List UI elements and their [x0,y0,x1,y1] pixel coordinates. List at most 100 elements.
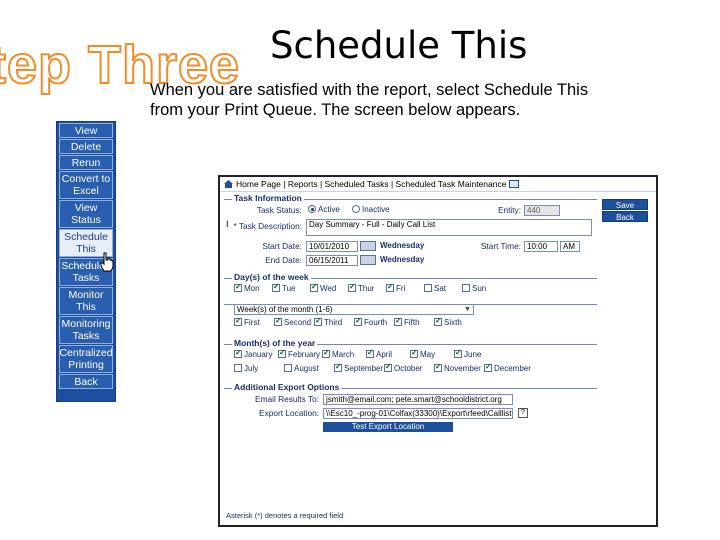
checkbox-label: July [244,364,259,373]
export-location-row: Export Location: \\Esc10_-prog-01\Colfax… [222,408,597,422]
months-row-first: January February March April May June [222,348,597,364]
checkbox-box[interactable] [284,364,292,372]
nav-view-button[interactable]: View [59,123,113,138]
nav-centralized-printing-button[interactable]: Centralized Printing [59,345,113,373]
checkbox-box[interactable] [234,316,242,326]
checkbox-box[interactable] [410,348,418,358]
task-description-field[interactable]: Day Summary - Full - Daily Call List [306,219,592,236]
checkbox-box[interactable] [272,282,280,292]
email-results-field[interactable]: jsmith@email.com; pete.smart@schooldistr… [323,394,513,405]
checkbox-box[interactable] [424,284,432,292]
slide-title: Schedule This [270,24,528,67]
nav-rerun-button[interactable]: Rerun [59,155,113,170]
checkbox-box[interactable] [348,282,356,292]
checkbox-february[interactable]: February [278,348,321,359]
checkbox-april[interactable]: April [366,348,393,359]
checkbox-march[interactable]: March [322,348,354,359]
start-time-label: Start Time: [480,241,521,251]
checkbox-box[interactable] [434,362,442,372]
checkbox-box[interactable] [354,316,362,326]
save-button[interactable]: Save [602,199,648,210]
checkbox-box[interactable] [234,348,242,358]
checkbox-label: Third [324,318,343,327]
checkbox-label: January [244,350,273,359]
task-information-heading: Task Information [222,193,597,205]
nav-delete-button[interactable]: Delete [59,139,113,154]
checkbox-august[interactable]: August [284,364,319,373]
end-date-field[interactable]: 06/15/2011 [306,255,358,266]
back-button[interactable]: Back [602,211,648,222]
checkbox-box[interactable] [310,282,318,292]
start-time-field[interactable]: 10:00 [524,241,558,252]
weeks-of-month-select[interactable]: Week(s) of the month (1-6) ▼ [234,304,474,315]
checkbox-january[interactable]: January [234,348,273,359]
checkbox-label: Sixth [444,318,462,327]
checkbox-wed[interactable]: Wed [310,282,336,293]
checkbox-december[interactable]: December [484,362,531,373]
checkbox-june[interactable]: June [454,348,482,359]
checkbox-first[interactable]: First [234,316,260,327]
checkbox-thur[interactable]: Thur [348,282,375,293]
checkbox-mon[interactable]: Mon [234,282,260,293]
checkbox-sat[interactable]: Sat [424,284,446,293]
checkbox-label: Thur [358,284,375,293]
checkbox-sixth[interactable]: Sixth [434,316,462,327]
help-icon[interactable]: ? [518,408,528,418]
checkbox-label: Mon [244,284,260,293]
start-date-calendar-icon[interactable] [360,241,376,251]
checkbox-box[interactable] [386,282,394,292]
start-time-ampm-select[interactable]: AM [560,241,580,252]
checkbox-label: February [288,350,321,359]
checkbox-box[interactable] [484,362,492,372]
end-date-calendar-icon[interactable] [360,255,376,265]
checkbox-fri[interactable]: Fri [386,282,405,293]
export-location-field[interactable]: \\Esc10_-prog-01\Colfax(33300)\Export\rf… [323,408,513,419]
checkbox-box[interactable] [234,282,242,292]
checkbox-september[interactable]: September [334,362,383,373]
nav-back-button[interactable]: Back [59,374,113,389]
checkbox-box[interactable] [462,284,470,292]
breadcrumb-text[interactable]: Home Page | Reports | Scheduled Tasks | … [236,179,506,189]
task-status-label: Task Status: [256,205,302,215]
status-active-radio[interactable]: Active [308,205,340,214]
checkbox-third[interactable]: Third [314,316,343,327]
checkbox-box[interactable] [394,316,402,326]
checkbox-box[interactable] [384,362,392,372]
nav-monitor-this-button[interactable]: Monitor This [59,287,113,315]
test-export-location-button[interactable]: Test Export Location [323,422,453,432]
checkbox-label: Sat [434,284,447,293]
checkbox-fourth[interactable]: Fourth [354,316,387,327]
status-inactive-radio[interactable]: Inactive [352,205,390,214]
nav-monitoring-tasks-button[interactable]: Monitoring Tasks [59,316,113,344]
schedule-form: Task Information Task Status: Active Ina… [222,193,597,436]
checkbox-label: First [244,318,260,327]
nav-view-status-button[interactable]: View Status [59,200,113,228]
checkbox-box[interactable] [274,316,282,326]
checkbox-box[interactable] [434,316,442,326]
nav-convert-to-excel-button[interactable]: Convert to Excel [59,171,113,199]
home-icon[interactable] [224,180,233,188]
breadcrumb: Home Page | Reports | Scheduled Tasks | … [220,177,656,192]
favorite-icon[interactable] [509,180,520,188]
checkbox-fifth[interactable]: Fifth [394,316,420,327]
checkbox-label: June [464,350,482,359]
checkbox-july[interactable]: July [234,364,258,373]
checkbox-label: April [376,350,393,359]
checkbox-sun[interactable]: Sun [462,284,486,293]
checkbox-box[interactable] [314,316,322,326]
checkbox-label: August [294,364,319,373]
checkbox-second[interactable]: Second [274,316,311,327]
checkbox-box[interactable] [278,348,286,358]
checkbox-label: October [394,364,423,373]
checkbox-box[interactable] [454,348,462,358]
checkbox-november[interactable]: November [434,362,481,373]
checkbox-october[interactable]: October [384,362,423,373]
checkbox-box[interactable] [334,362,342,372]
checkbox-may[interactable]: May [410,348,435,359]
start-date-field[interactable]: 10/01/2010 [306,241,358,252]
checkbox-tue[interactable]: Tue [272,282,296,293]
checkbox-box[interactable] [322,348,330,358]
checkbox-box[interactable] [366,348,374,358]
checkbox-box[interactable] [234,364,242,372]
months-row-second: July August September October November Decemb… [222,362,597,378]
